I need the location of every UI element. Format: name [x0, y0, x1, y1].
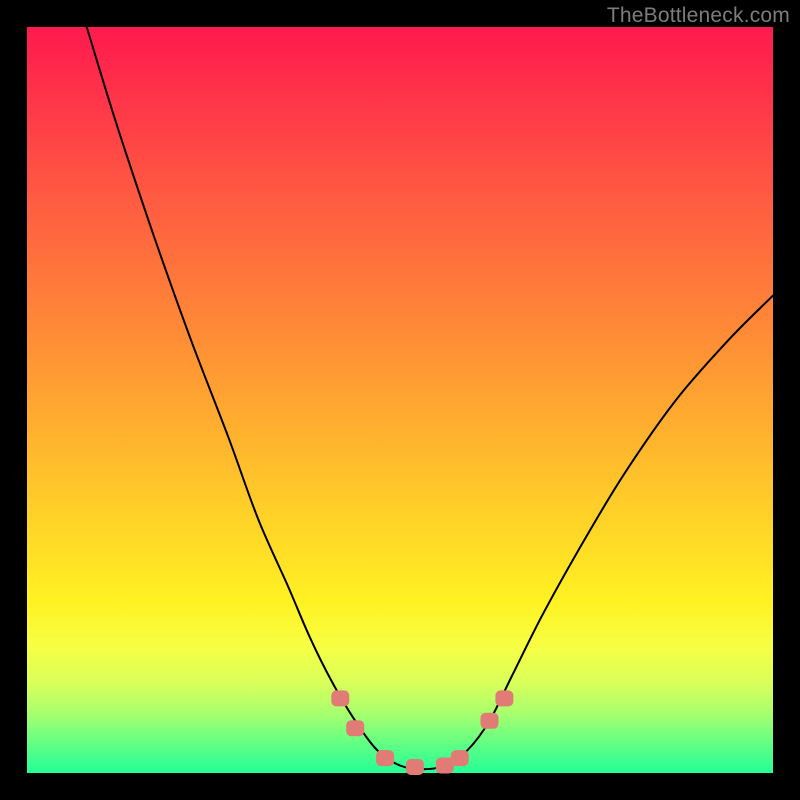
chart-marker [346, 720, 364, 736]
chart-marker [481, 713, 499, 729]
chart-overlay [27, 27, 773, 773]
chart-marker [495, 690, 513, 706]
chart-curve [87, 27, 773, 769]
chart-frame: TheBottleneck.com [0, 0, 800, 800]
chart-markers [331, 690, 513, 775]
chart-marker [451, 750, 469, 766]
watermark-text: TheBottleneck.com [607, 4, 790, 28]
chart-marker [331, 690, 349, 706]
chart-marker [406, 759, 424, 775]
chart-marker [376, 750, 394, 766]
